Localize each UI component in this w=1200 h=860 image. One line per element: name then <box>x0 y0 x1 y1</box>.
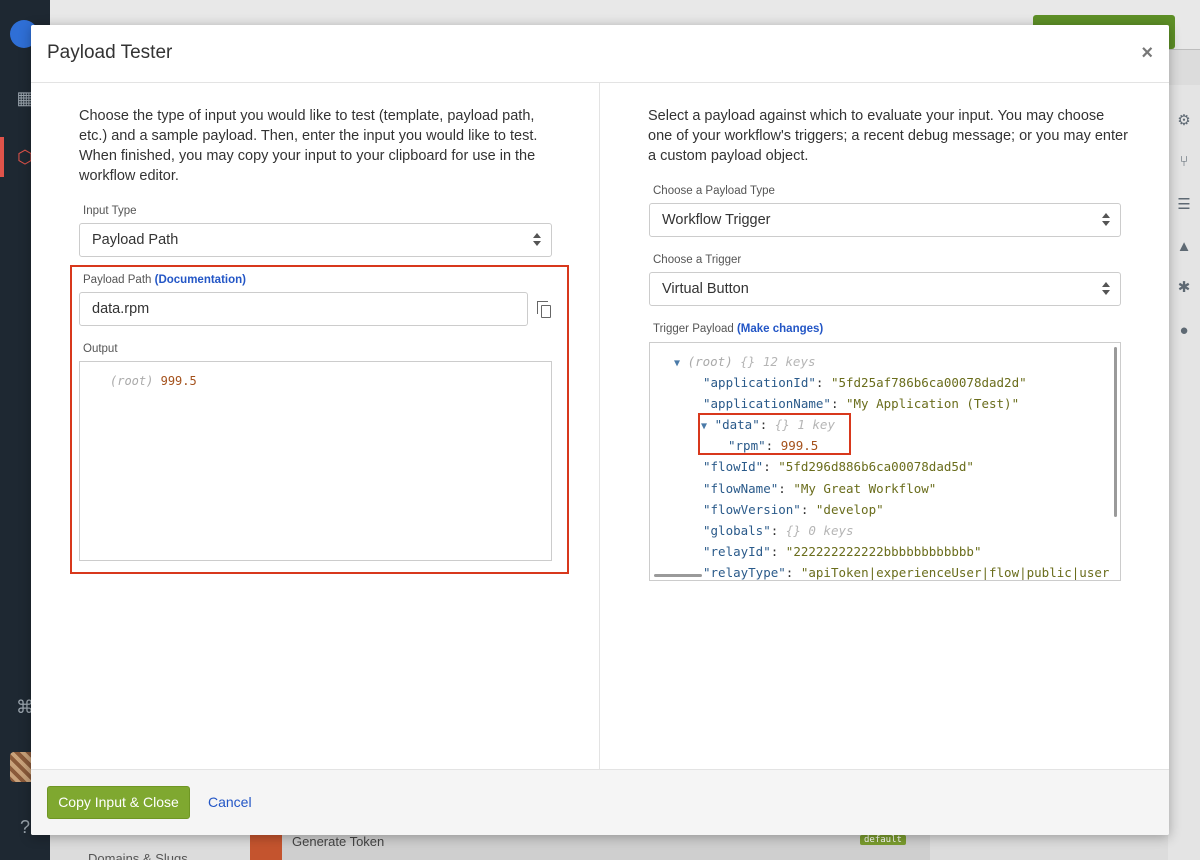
trigger-payload-label-text: Trigger Payload <box>653 323 734 335</box>
input-type-label: Input Type <box>83 205 137 217</box>
payload-type-select[interactable]: Workflow Trigger <box>649 203 1121 237</box>
background-generate-token: Generate Token <box>292 834 385 849</box>
input-type-select[interactable]: Payload Path <box>79 223 552 257</box>
modal-body: Choose the type of input you would like … <box>31 83 1169 769</box>
globe-icon: ● <box>1179 322 1189 339</box>
branch-icon: ⑂ <box>1179 153 1189 170</box>
output-label: Output <box>83 343 118 355</box>
active-indicator <box>0 137 4 177</box>
gear-icon: ⚙ <box>1177 112 1191 129</box>
payload-path-input[interactable]: data.rpm <box>79 292 528 326</box>
background-domains: Domains & Slugs <box>88 851 188 860</box>
trigger-label: Choose a Trigger <box>653 254 742 266</box>
json-row: "relayType": "apiToken|experienceUser|fl… <box>703 565 1110 580</box>
vertical-scrollbar[interactable] <box>1114 347 1117 517</box>
trigger-payload-viewer[interactable]: ▼ (root) {} 12 keys "applicationId": "5f… <box>649 342 1121 581</box>
chart-icon: ▲ <box>1176 238 1192 255</box>
input-column: Choose the type of input you would like … <box>31 83 600 769</box>
json-row: "flowName": "My Great Workflow" <box>703 481 937 496</box>
payload-path-label: Payload Path (Documentation) <box>83 274 246 286</box>
payload-column: Select a payload against which to evalua… <box>600 83 1169 769</box>
json-row: "applicationName": "My Application (Test… <box>703 396 1020 411</box>
payload-instructions: Select a payload against which to evalua… <box>648 108 1128 164</box>
json-row: "globals": {} 0 keys <box>703 523 854 538</box>
output-value: 999.5 <box>160 374 197 388</box>
caret-down-icon[interactable]: ▼ <box>674 358 680 369</box>
json-row: "relayId": "222222222222bbbbbbbbbbbb" <box>703 544 982 559</box>
output-box: (root) 999.5 <box>79 361 552 561</box>
copy-input-close-button[interactable]: Copy Input & Close <box>47 786 190 819</box>
copy-icon[interactable] <box>537 301 553 319</box>
input-type-value: Payload Path <box>92 232 179 248</box>
background-default-tag: default <box>860 835 906 845</box>
json-row: "flowVersion": "develop" <box>703 502 884 517</box>
payload-path-label-text: Payload Path <box>83 274 152 286</box>
input-instructions: Choose the type of input you would like … <box>79 108 538 184</box>
json-row: "applicationId": "5fd25af786b6ca00078dad… <box>703 375 1027 390</box>
make-changes-link[interactable]: (Make changes) <box>737 323 823 335</box>
payload-tester-modal: Payload Tester × Choose the type of inpu… <box>31 25 1169 835</box>
json-row: "rpm": 999.5 <box>728 438 819 453</box>
select-arrows-icon <box>1102 213 1110 227</box>
cancel-button[interactable]: Cancel <box>208 786 252 819</box>
modal-header: Payload Tester × <box>31 25 1169 83</box>
trigger-payload-label: Trigger Payload (Make changes) <box>653 323 823 335</box>
background-right-rail: ⚙ ⑂ ☰ ▲ ✱ ● <box>1168 85 1200 860</box>
modal-footer: Copy Input & Close Cancel <box>31 769 1169 835</box>
database-icon: ☰ <box>1177 196 1191 213</box>
json-root-row[interactable]: ▼ (root) {} 12 keys <box>674 353 816 371</box>
select-arrows-icon <box>533 233 541 247</box>
select-arrows-icon <box>1102 282 1110 296</box>
bug-icon: ✱ <box>1177 279 1191 296</box>
documentation-link[interactable]: (Documentation) <box>155 274 246 286</box>
payload-type-label: Choose a Payload Type <box>653 185 775 197</box>
json-data-row[interactable]: ▼ "data": {} 1 key <box>701 416 835 434</box>
horizontal-scrollbar[interactable] <box>654 574 702 577</box>
output-root: (root) <box>110 374 154 388</box>
caret-down-icon[interactable]: ▼ <box>701 421 707 432</box>
modal-title: Payload Tester <box>47 42 173 63</box>
payload-type-value: Workflow Trigger <box>662 212 771 228</box>
key-icon <box>250 832 282 860</box>
trigger-select[interactable]: Virtual Button <box>649 272 1121 306</box>
close-icon[interactable]: × <box>1141 41 1153 65</box>
payload-path-value: data.rpm <box>92 301 150 317</box>
trigger-value: Virtual Button <box>662 281 749 297</box>
json-row: "flowId": "5fd296d886b6ca00078dad5d" <box>703 459 974 474</box>
